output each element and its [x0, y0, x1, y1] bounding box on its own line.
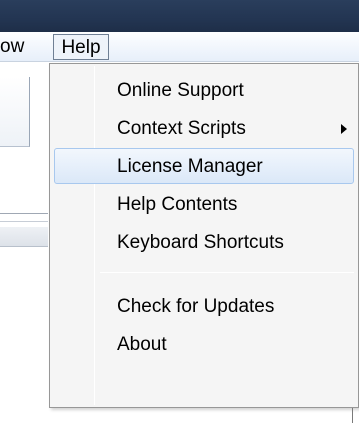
- menu-item-license-manager[interactable]: License Manager: [54, 148, 354, 184]
- menu-bar: ow Help: [0, 32, 359, 62]
- menubar-item-window[interactable]: ow: [0, 34, 50, 60]
- window-titlebar: [0, 0, 359, 32]
- menu-item-help-contents[interactable]: Help Contents: [54, 186, 354, 222]
- toolbar-panel: [0, 77, 30, 147]
- window-frame-edge: [352, 408, 353, 423]
- menubar-item-help[interactable]: Help: [53, 34, 109, 60]
- menu-item-check-for-updates[interactable]: Check for Updates: [54, 288, 354, 324]
- toolbar-fragment: [0, 63, 48, 273]
- menu-item-about[interactable]: About: [54, 326, 354, 362]
- menu-separator: [100, 272, 354, 273]
- menu-item-context-scripts[interactable]: Context Scripts: [54, 110, 354, 146]
- help-menu-dropdown: Online Support Context Scripts License M…: [49, 63, 359, 408]
- toolbar-divider: [0, 221, 48, 222]
- menu-item-keyboard-shortcuts[interactable]: Keyboard Shortcuts: [54, 224, 354, 260]
- menu-item-label: Context Scripts: [117, 118, 246, 139]
- menu-item-online-support[interactable]: Online Support: [54, 72, 354, 108]
- submenu-arrow-icon: [341, 124, 347, 134]
- toolbar-strip: [0, 227, 48, 247]
- toolbar-divider: [0, 213, 48, 214]
